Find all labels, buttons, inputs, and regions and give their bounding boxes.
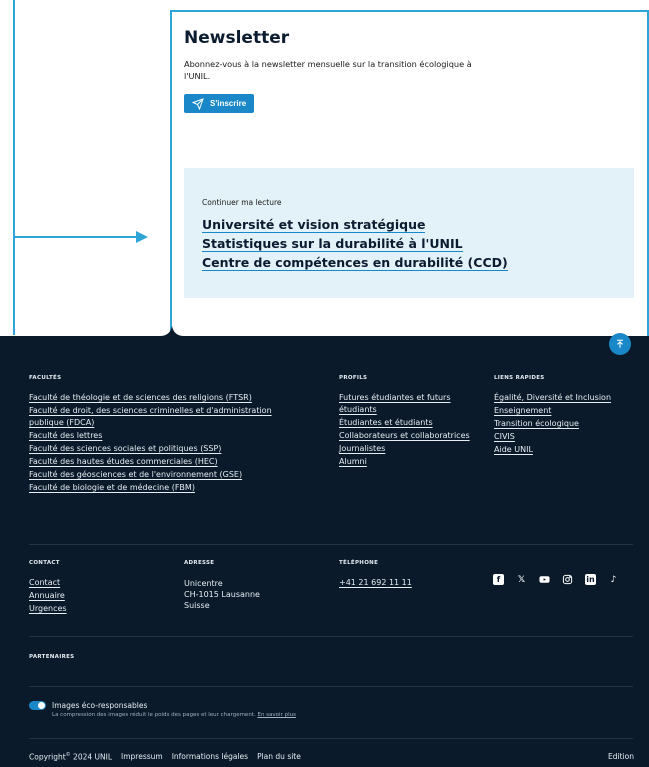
footer-divider — [29, 636, 633, 637]
adresse-line: Suisse — [184, 601, 210, 610]
telephone-link[interactable]: +41 21 692 11 11 — [339, 577, 412, 589]
arrow-right-icon — [136, 231, 148, 243]
newsletter-description: Abonnez-vous à la newsletter mensuelle s… — [184, 59, 472, 81]
contact-link[interactable]: Contact — [29, 577, 149, 589]
lien-transition[interactable]: Transition écologique — [494, 418, 639, 430]
subscribe-label: S'inscrire — [210, 99, 247, 108]
faculte-link-hec[interactable]: Faculté des hautes études commerciales (… — [29, 456, 299, 468]
profil-link-collaborateurs[interactable]: Collaborateurs et collaboratrices — [339, 430, 479, 442]
lien-egalite[interactable]: Égalité, Diversité et Inclusion — [494, 392, 639, 404]
telephone-block: +41 21 692 11 11 — [339, 577, 412, 590]
footer-divider — [29, 686, 633, 687]
facultes-list: Faculté de théologie et de sciences des … — [29, 392, 299, 495]
arrow-up-icon — [617, 339, 623, 348]
eco-images-title: Images éco-responsables — [52, 701, 148, 710]
eco-images-description: La compression des images réduit le poid… — [52, 712, 296, 718]
linkedin-icon[interactable]: in — [585, 574, 596, 585]
liens-rapides-heading: LIENS RAPIDES — [494, 375, 545, 381]
facebook-icon[interactable]: f — [493, 574, 504, 585]
adresse-block: Unicentre CH-1015 Lausanne Suisse — [184, 578, 260, 611]
contact-heading: CONTACT — [29, 560, 60, 566]
frame-line-left — [13, 0, 15, 335]
x-icon[interactable]: 𝕏 — [516, 574, 527, 585]
eco-images-toggle[interactable] — [29, 701, 46, 710]
footer-divider — [29, 738, 633, 739]
social-links: f 𝕏 in ♪ — [493, 574, 619, 585]
footer-bottom-row: Copyright© 2024 UNIL Impressum Informati… — [29, 752, 301, 762]
facultes-heading: FACULTÉS — [29, 375, 62, 381]
faculte-link-fdca[interactable]: Faculté de droit, des sciences criminell… — [29, 405, 299, 428]
reading-link-ccd[interactable]: Centre de compétences en durabilité (CCD… — [202, 255, 508, 271]
adresse-line: Unicentre — [184, 579, 223, 588]
legal-link[interactable]: Informations légales — [172, 752, 248, 762]
footer-notch — [0, 326, 649, 346]
faculte-link-fbm[interactable]: Faculté de biologie et de médecine (FBM) — [29, 482, 299, 494]
eco-learn-more-link[interactable]: En savoir plus — [257, 712, 295, 718]
newsletter-section: Newsletter Abonnez-vous à la newsletter … — [184, 28, 504, 114]
profils-list: Futures étudiantes et futurs étudiants É… — [339, 392, 479, 469]
profil-link-journalistes[interactable]: Journalistes — [339, 443, 479, 455]
telephone-heading: TÉLÉPHONE — [339, 560, 379, 566]
faculte-link-ssp[interactable]: Faculté des sciences sociales et politiq… — [29, 443, 299, 455]
lien-enseignement[interactable]: Enseignement — [494, 405, 639, 417]
faculte-link-lettres[interactable]: Faculté des lettres — [29, 430, 299, 442]
instagram-icon[interactable] — [562, 574, 573, 585]
copyright-label: Copyright — [29, 752, 66, 762]
youtube-icon[interactable] — [539, 574, 550, 585]
adresse-heading: ADRESSE — [184, 560, 215, 566]
edition-link[interactable]: Edition — [608, 752, 634, 761]
main-content: Newsletter Abonnez-vous à la newsletter … — [0, 0, 649, 346]
lien-aide[interactable]: Aide UNIL — [494, 444, 639, 456]
faculte-link-ftsr[interactable]: Faculté de théologie et de sciences des … — [29, 392, 299, 404]
faculte-link-gse[interactable]: Faculté des géosciences et de l'environn… — [29, 469, 299, 481]
newsletter-title: Newsletter — [184, 28, 290, 48]
contact-list: Contact Annuaire Urgences — [29, 577, 149, 616]
eco-description-text: La compression des images réduit le poid… — [52, 712, 256, 718]
copyright-symbol: © — [65, 752, 71, 758]
urgences-link[interactable]: Urgences — [29, 603, 149, 615]
subscribe-button[interactable]: S'inscrire — [184, 94, 255, 113]
copyright: Copyright© 2024 UNIL — [29, 752, 112, 762]
liens-rapides-list: Égalité, Diversité et Inclusion Enseigne… — [494, 392, 639, 457]
continue-reading-box: Continuer ma lecture Université et visio… — [184, 168, 634, 298]
paper-plane-icon — [192, 97, 204, 110]
profils-heading: PROFILS — [339, 375, 368, 381]
reading-link-vision[interactable]: Université et vision stratégique — [202, 217, 426, 233]
frame-line-mid — [170, 10, 172, 336]
partenaires-heading: PARTENAIRES — [29, 654, 75, 660]
adresse-line: CH-1015 Lausanne — [184, 590, 260, 599]
footer-divider — [29, 544, 633, 545]
impressum-link[interactable]: Impressum — [121, 752, 163, 762]
profil-link-futurs[interactable]: Futures étudiantes et futurs étudiants — [339, 392, 479, 415]
reading-link-statistiques[interactable]: Statistiques sur la durabilité à l'UNIL — [202, 236, 463, 252]
sitemap-link[interactable]: Plan du site — [257, 752, 301, 762]
annuaire-link[interactable]: Annuaire — [29, 590, 149, 602]
scroll-to-top-button[interactable] — [609, 333, 631, 355]
copyright-year: 2024 UNIL — [73, 752, 113, 762]
profil-link-alumni[interactable]: Alumni — [339, 456, 479, 468]
tiktok-icon[interactable]: ♪ — [608, 574, 619, 585]
lien-civis[interactable]: CIVIS — [494, 431, 639, 443]
arrow-line — [13, 236, 138, 238]
continue-reading-label: Continuer ma lecture — [202, 198, 282, 207]
frame-line-top — [170, 10, 649, 12]
profil-link-etudiants[interactable]: Étudiantes et étudiants — [339, 417, 479, 429]
